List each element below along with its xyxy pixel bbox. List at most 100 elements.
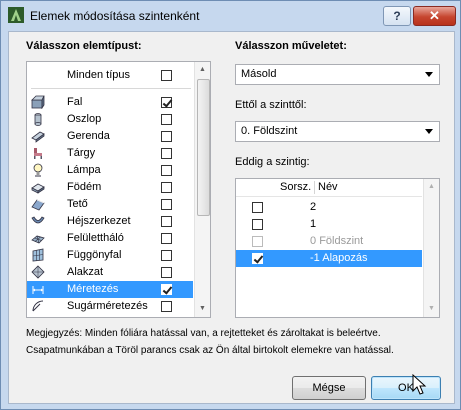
element-type-label: Lámpa xyxy=(67,164,101,176)
element-type-checkbox[interactable] xyxy=(161,199,172,210)
story-checkbox[interactable] xyxy=(252,253,263,264)
element-type-checkbox[interactable] xyxy=(161,148,172,159)
beam-icon xyxy=(31,131,45,143)
list-item-element-type[interactable]: Fal xyxy=(27,94,193,111)
from-story-heading: Ettől a szinttől: xyxy=(235,99,307,111)
radial-dimension-icon xyxy=(32,300,44,312)
list-item-element-type[interactable]: Gerenda xyxy=(27,128,193,145)
cancel-button[interactable]: Mégse xyxy=(292,376,366,400)
element-type-heading: Válasszon elemtípust: xyxy=(26,40,142,52)
column-header-name[interactable]: Név xyxy=(318,179,338,196)
story-number: 1 xyxy=(310,218,317,230)
scroll-thumb[interactable] xyxy=(197,79,210,216)
element-type-checkbox[interactable] xyxy=(161,267,172,278)
title-bar[interactable]: Elemek módosítása szintenként ? ✕ xyxy=(1,1,460,31)
element-type-checkbox[interactable] xyxy=(161,165,172,176)
scroll-up-icon[interactable]: ▲ xyxy=(424,179,439,195)
story-list-scrollbar[interactable]: ▲ ▼ xyxy=(423,179,439,317)
element-type-checkbox[interactable] xyxy=(161,233,172,244)
list-item-all-types[interactable]: Minden típus xyxy=(27,67,193,84)
morph-icon xyxy=(31,265,45,279)
question-icon: ? xyxy=(393,9,401,23)
story-row[interactable]: -1 Alapozás xyxy=(236,250,422,267)
window-title: Elemek módosítása szintenként xyxy=(30,9,200,23)
header-divider xyxy=(314,181,315,194)
mouse-cursor-icon xyxy=(412,374,427,395)
scroll-down-icon[interactable]: ▼ xyxy=(195,301,210,317)
element-type-label: Függönyfal xyxy=(67,249,122,261)
operation-select[interactable]: Másold xyxy=(235,64,440,85)
element-type-checkbox[interactable] xyxy=(161,216,172,227)
object-icon xyxy=(34,148,42,159)
wall-icon xyxy=(31,95,45,109)
scroll-up-icon[interactable]: ▲ xyxy=(195,62,210,78)
element-type-label: Fal xyxy=(67,96,83,108)
element-type-label: Felülettháló xyxy=(67,232,124,244)
story-row[interactable]: 2 xyxy=(236,199,422,216)
lamp-icon xyxy=(33,163,43,177)
ok-button[interactable]: OK xyxy=(371,376,441,400)
element-type-label: Héjszerkezet xyxy=(67,215,131,227)
to-story-list[interactable]: Sorsz. Név 2 1 0 Földszint -1 Alapozás ▲ … xyxy=(235,178,440,318)
element-type-checkbox[interactable] xyxy=(161,114,172,125)
element-type-label: Sugárméretezés xyxy=(67,300,148,312)
list-item-element-type[interactable]: Sugárméretezés xyxy=(27,298,193,315)
from-story-select[interactable]: 0. Földszint xyxy=(235,121,440,142)
to-story-heading: Eddig a szintig: xyxy=(235,156,310,168)
curtainwall-icon xyxy=(32,248,44,262)
dialog-window: Elemek módosítása szintenként ? ✕ Válass… xyxy=(0,0,461,410)
element-type-label: Tárgy xyxy=(67,147,96,159)
list-item-element-type[interactable]: Függönyfal xyxy=(27,247,193,264)
list-item-element-type[interactable]: Héjszerkezet xyxy=(27,213,193,230)
element-type-list[interactable]: Minden típus Fal Oszlop Gerenda Tárgy Lámpa F… xyxy=(26,61,211,318)
element-type-checkbox[interactable] xyxy=(161,250,172,261)
story-checkbox[interactable] xyxy=(252,202,263,213)
operation-heading: Válasszon műveletet: xyxy=(235,40,347,52)
from-story-value: 0. Földszint xyxy=(241,125,298,137)
story-checkbox xyxy=(252,236,263,247)
element-type-label: Méretezés xyxy=(67,283,119,295)
story-name: Földszint xyxy=(319,235,364,247)
note-line-2: Csapatmunkában a Töröl parancs csak az Ö… xyxy=(26,345,394,356)
column-header-number[interactable]: Sorsz. xyxy=(280,179,311,196)
chevron-down-icon xyxy=(425,72,433,77)
column-icon xyxy=(34,113,42,126)
element-type-checkbox[interactable] xyxy=(161,182,172,193)
story-name: Alapozás xyxy=(322,252,368,264)
close-button[interactable]: ✕ xyxy=(413,6,456,26)
archicad-app-icon xyxy=(8,7,24,23)
element-type-label: Alakzat xyxy=(67,266,104,278)
list-item-element-type[interactable]: Alakzat xyxy=(27,264,193,281)
all-types-label: Minden típus xyxy=(67,69,130,81)
element-type-label: Oszlop xyxy=(67,113,102,125)
story-number: -1 xyxy=(310,252,320,264)
roof-icon xyxy=(31,199,45,211)
story-checkbox[interactable] xyxy=(252,219,263,230)
element-type-checkbox[interactable] xyxy=(161,284,172,295)
story-number: 2 xyxy=(310,201,317,213)
element-list-scrollbar[interactable]: ▲ ▼ xyxy=(194,62,210,317)
dialog-body: Válasszon elemtípust: Minden típus Fal Os… xyxy=(8,31,455,404)
list-item-element-type[interactable]: Tető xyxy=(27,196,193,213)
list-item-element-type[interactable]: Lámpa xyxy=(27,162,193,179)
note-line-1: Megjegyzés: Minden fóliára hatással van,… xyxy=(26,328,381,339)
dimension-icon xyxy=(32,286,44,294)
story-row[interactable]: 1 xyxy=(236,216,422,233)
element-type-label: Tető xyxy=(67,198,88,210)
element-type-checkbox[interactable] xyxy=(161,97,172,108)
list-item-element-type[interactable]: Tárgy xyxy=(27,145,193,162)
all-types-checkbox[interactable] xyxy=(161,70,172,81)
scroll-down-icon[interactable]: ▼ xyxy=(424,301,439,317)
help-button[interactable]: ? xyxy=(383,6,411,26)
operation-value: Másold xyxy=(241,68,277,80)
list-item-element-type[interactable]: Födém xyxy=(27,179,193,196)
element-type-checkbox[interactable] xyxy=(161,301,172,312)
list-divider xyxy=(31,88,191,89)
list-item-element-type[interactable]: Méretezés xyxy=(27,281,193,298)
element-type-checkbox[interactable] xyxy=(161,131,172,142)
shell-icon xyxy=(31,216,45,224)
list-item-element-type[interactable]: Oszlop xyxy=(27,111,193,128)
chevron-down-icon xyxy=(425,129,433,134)
element-type-label: Gerenda xyxy=(67,130,110,142)
list-item-element-type[interactable]: Felülettháló xyxy=(27,230,193,247)
